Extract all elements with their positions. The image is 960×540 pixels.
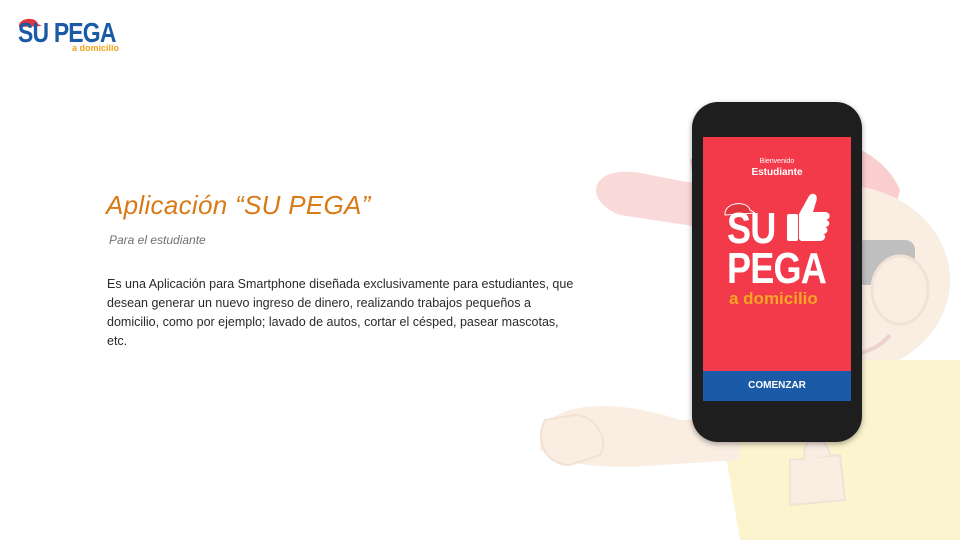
mascot-hand xyxy=(540,413,605,467)
welcome-text: Bienvenido xyxy=(759,158,795,165)
student-text: Estudiante xyxy=(751,167,803,178)
page-title: Aplicación “SU PEGA” xyxy=(106,190,371,220)
page-subtitle: Para el estudiante xyxy=(109,233,206,247)
brand-logo: SU PEGA a domicilio xyxy=(16,14,126,58)
app-logo-line2: PEGA xyxy=(727,244,827,293)
logo-subtext: a domicilio xyxy=(72,43,120,53)
mascot-ear xyxy=(870,254,930,326)
description-text: Es una Aplicación para Smartphone diseña… xyxy=(107,277,574,348)
phone-screen: Bienvenido Estudiante SU PEGA a domicili… xyxy=(703,137,851,401)
start-button[interactable]: COMENZAR xyxy=(703,371,851,401)
phone-mockup: Bienvenido Estudiante SU PEGA a domicili… xyxy=(692,102,862,442)
thumbs-up-icon xyxy=(787,193,830,241)
app-logo-line3: a domicilio xyxy=(729,289,818,308)
slide: SU PEGA a domicilio Aplicación “SU PEGA”… xyxy=(0,0,960,540)
mascot-thumb xyxy=(789,453,847,507)
